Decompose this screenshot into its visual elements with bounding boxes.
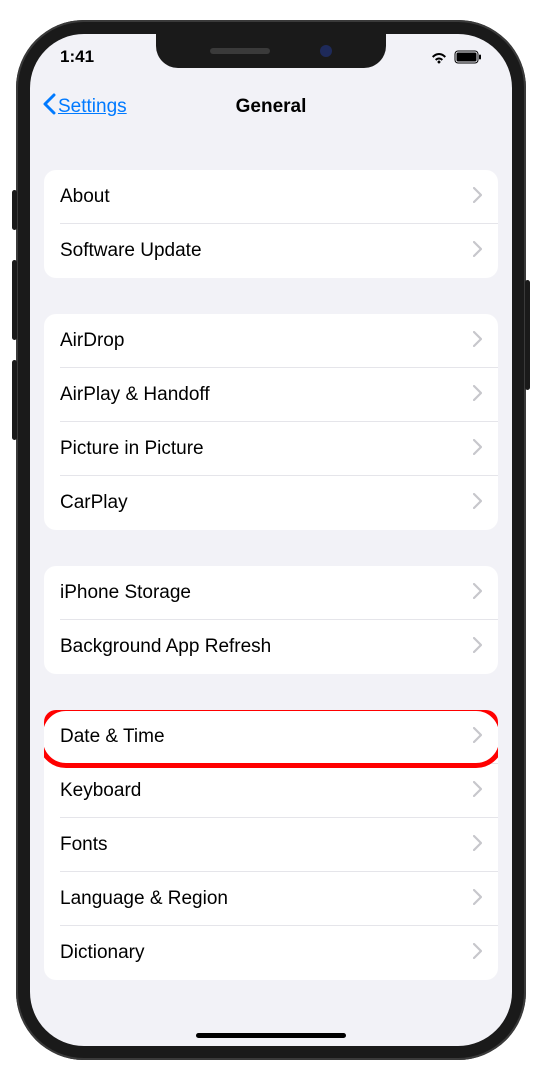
chevron-right-icon <box>473 241 482 262</box>
volume-up-button <box>12 260 17 340</box>
settings-list[interactable]: About Software Update AirDrop AirPlay & Han… <box>30 134 512 1010</box>
row-keyboard[interactable]: Keyboard <box>44 764 498 818</box>
speaker-grille <box>210 48 270 54</box>
wifi-icon <box>430 51 448 64</box>
notch <box>156 34 386 68</box>
chevron-right-icon <box>473 331 482 352</box>
row-date-time[interactable]: Date & Time <box>44 710 498 764</box>
chevron-right-icon <box>473 583 482 604</box>
row-fonts[interactable]: Fonts <box>44 818 498 872</box>
home-indicator[interactable] <box>196 1033 346 1038</box>
chevron-right-icon <box>473 889 482 910</box>
chevron-right-icon <box>473 385 482 406</box>
row-label: iPhone Storage <box>60 582 191 604</box>
row-language-region[interactable]: Language & Region <box>44 872 498 926</box>
row-label: Date & Time <box>60 726 165 748</box>
chevron-right-icon <box>473 943 482 964</box>
volume-down-button <box>12 360 17 440</box>
row-label: Language & Region <box>60 888 228 910</box>
row-dictionary[interactable]: Dictionary <box>44 926 498 980</box>
chevron-right-icon <box>473 439 482 460</box>
chevron-right-icon <box>473 187 482 208</box>
row-carplay[interactable]: CarPlay <box>44 476 498 530</box>
status-time: 1:41 <box>60 47 94 67</box>
row-label: Software Update <box>60 240 202 262</box>
chevron-right-icon <box>473 781 482 802</box>
settings-group: About Software Update <box>44 170 498 278</box>
row-label: Dictionary <box>60 942 144 964</box>
row-about[interactable]: About <box>44 170 498 224</box>
row-label: Fonts <box>60 834 108 856</box>
row-airdrop[interactable]: AirDrop <box>44 314 498 368</box>
row-label: AirPlay & Handoff <box>60 384 210 406</box>
chevron-right-icon <box>473 727 482 748</box>
back-label: Settings <box>58 96 127 118</box>
settings-group: AirDrop AirPlay & Handoff Picture in Pictu… <box>44 314 498 530</box>
page-title: General <box>236 96 307 118</box>
row-label: AirDrop <box>60 330 124 352</box>
chevron-right-icon <box>473 835 482 856</box>
settings-group: iPhone Storage Background App Refresh <box>44 566 498 674</box>
back-button[interactable]: Settings <box>42 93 127 121</box>
chevron-right-icon <box>473 637 482 658</box>
row-iphone-storage[interactable]: iPhone Storage <box>44 566 498 620</box>
row-background-app-refresh[interactable]: Background App Refresh <box>44 620 498 674</box>
row-picture-in-picture[interactable]: Picture in Picture <box>44 422 498 476</box>
row-label: About <box>60 186 110 208</box>
row-label: CarPlay <box>60 492 128 514</box>
front-camera <box>320 45 332 57</box>
settings-group: Date & Time Keyboard Fonts Language & Regio… <box>44 710 498 980</box>
battery-icon <box>454 50 482 64</box>
row-label: Keyboard <box>60 780 141 802</box>
phone-frame: 1:41 Settings General About Software Upda… <box>16 20 526 1060</box>
navigation-bar: Settings General <box>30 80 512 134</box>
row-label: Picture in Picture <box>60 438 204 460</box>
screen: 1:41 Settings General About Software Upda… <box>30 34 512 1046</box>
chevron-right-icon <box>473 493 482 514</box>
row-label: Background App Refresh <box>60 636 271 658</box>
silent-switch <box>12 190 17 230</box>
power-button <box>525 280 530 390</box>
row-software-update[interactable]: Software Update <box>44 224 498 278</box>
row-airplay-handoff[interactable]: AirPlay & Handoff <box>44 368 498 422</box>
chevron-left-icon <box>42 93 56 121</box>
